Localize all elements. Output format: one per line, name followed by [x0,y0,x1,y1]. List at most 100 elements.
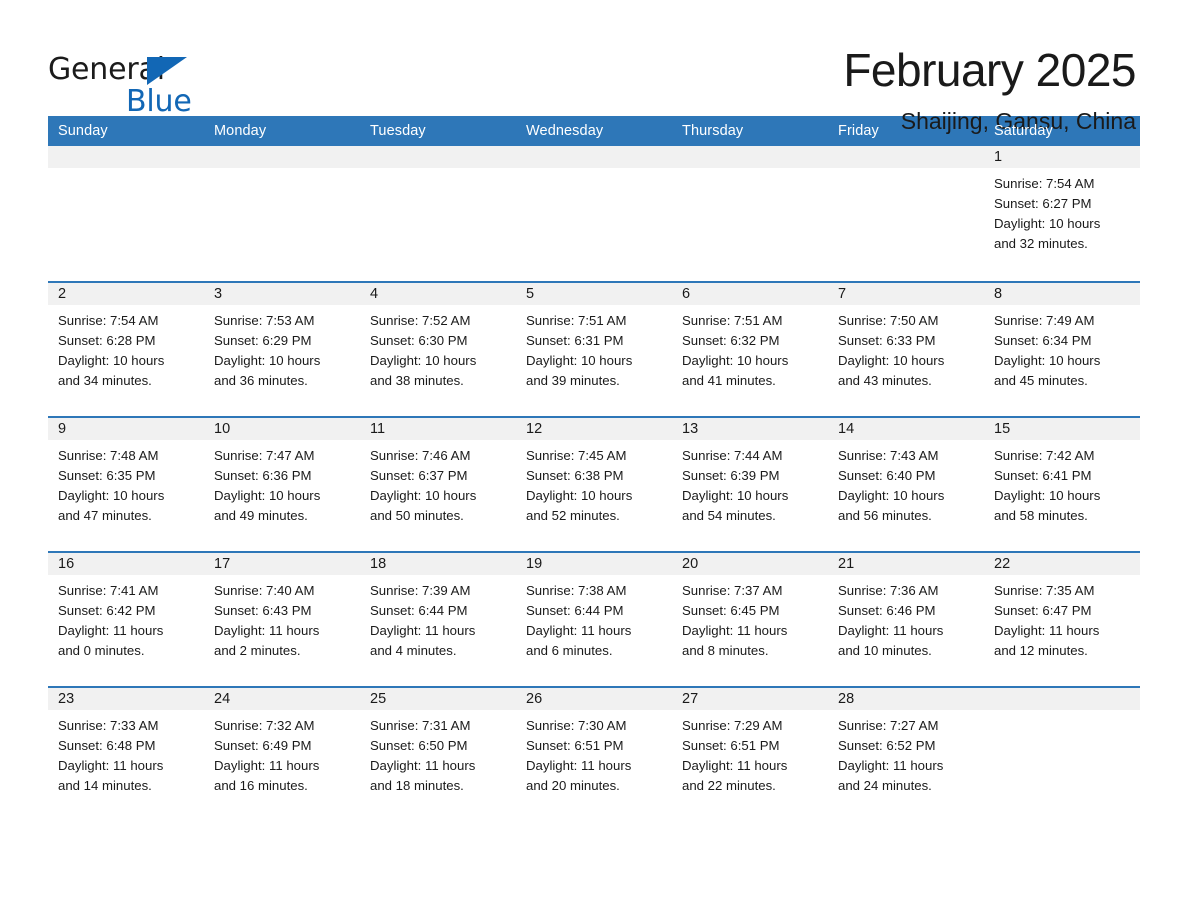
calendar-day-cell[interactable]: 24 Sunrise: 7:32 AM Sunset: 6:49 PM Dayligh… [204,688,360,821]
calendar-day-cell[interactable]: 25 Sunrise: 7:31 AM Sunset: 6:50 PM Dayligh… [360,688,516,821]
day-number-band [516,146,672,168]
calendar-day-cell[interactable]: 26 Sunrise: 7:30 AM Sunset: 6:51 PM Dayligh… [516,688,672,821]
day-details: Sunrise: 7:52 AM Sunset: 6:30 PM Daylight:… [360,305,516,391]
calendar-day-cell[interactable]: 16 Sunrise: 7:41 AM Sunset: 6:42 PM Dayligh… [48,553,204,686]
calendar-day-cell[interactable]: 22 Sunrise: 7:35 AM Sunset: 6:47 PM Dayligh… [984,553,1140,686]
calendar-day-cell[interactable]: 19 Sunrise: 7:38 AM Sunset: 6:44 PM Dayligh… [516,553,672,686]
day-detail-line: Sunset: 6:41 PM [994,468,1092,483]
day-detail-line: and 16 minutes. [214,778,308,793]
day-detail-line: and 47 minutes. [58,508,152,523]
day-details: Sunrise: 7:50 AM Sunset: 6:33 PM Daylight:… [828,305,984,391]
calendar-day-cell[interactable]: 21 Sunrise: 7:36 AM Sunset: 6:46 PM Dayligh… [828,553,984,686]
day-details: Sunrise: 7:47 AM Sunset: 6:36 PM Daylight:… [204,440,360,526]
day-details: Sunrise: 7:39 AM Sunset: 6:44 PM Daylight:… [360,575,516,661]
calendar-week-row: 9 Sunrise: 7:48 AM Sunset: 6:35 PM Daylight… [48,416,1140,551]
calendar-day-cell-empty [48,146,204,281]
day-detail-line: Sunset: 6:34 PM [994,333,1092,348]
day-detail-line: and 2 minutes. [214,643,301,658]
calendar-day-cell[interactable]: 6 Sunrise: 7:51 AM Sunset: 6:32 PM Daylight… [672,283,828,416]
day-detail-line: Sunrise: 7:44 AM [682,448,783,463]
calendar-day-cell-empty [828,146,984,281]
day-number: 14 [838,420,855,437]
calendar-day-cell[interactable]: 14 Sunrise: 7:43 AM Sunset: 6:40 PM Dayligh… [828,418,984,551]
day-detail-line: Sunset: 6:40 PM [838,468,936,483]
day-number-band [828,146,984,168]
day-detail-line: Daylight: 11 hours [994,623,1100,638]
day-detail-line: and 56 minutes. [838,508,932,523]
day-number-band [984,688,1140,710]
day-details: Sunrise: 7:51 AM Sunset: 6:32 PM Daylight:… [672,305,828,391]
day-number-band: 1 [984,146,1140,168]
day-detail-line: and 4 minutes. [370,643,457,658]
day-details: Sunrise: 7:30 AM Sunset: 6:51 PM Daylight:… [516,710,672,796]
day-detail-line: Sunrise: 7:32 AM [214,718,315,733]
day-number-band: 11 [360,418,516,440]
day-number: 25 [370,690,387,707]
calendar-day-cell[interactable]: 23 Sunrise: 7:33 AM Sunset: 6:48 PM Dayligh… [48,688,204,821]
day-detail-line: Sunset: 6:47 PM [994,603,1092,618]
calendar-day-cell[interactable]: 27 Sunrise: 7:29 AM Sunset: 6:51 PM Dayligh… [672,688,828,821]
calendar-day-cell[interactable]: 17 Sunrise: 7:40 AM Sunset: 6:43 PM Dayligh… [204,553,360,686]
logo-word-blue: Blue [126,84,192,119]
day-number-band: 13 [672,418,828,440]
day-detail-line: Sunset: 6:46 PM [838,603,936,618]
day-detail-line: Daylight: 10 hours [838,353,945,368]
day-detail-line: and 43 minutes. [838,373,932,388]
page-title: February 2025 [843,44,1136,96]
calendar-day-cell-empty [360,146,516,281]
day-detail-line: and 0 minutes. [58,643,145,658]
calendar-day-cell[interactable]: 2 Sunrise: 7:54 AM Sunset: 6:28 PM Daylight… [48,283,204,416]
calendar-day-cell[interactable]: 28 Sunrise: 7:27 AM Sunset: 6:52 PM Dayligh… [828,688,984,821]
calendar-day-cell[interactable]: 4 Sunrise: 7:52 AM Sunset: 6:30 PM Daylight… [360,283,516,416]
day-detail-line: Daylight: 10 hours [58,353,165,368]
calendar-day-cell[interactable]: 9 Sunrise: 7:48 AM Sunset: 6:35 PM Daylight… [48,418,204,551]
day-detail-line: Daylight: 10 hours [58,488,165,503]
day-number: 12 [526,420,543,437]
calendar-day-cell[interactable]: 5 Sunrise: 7:51 AM Sunset: 6:31 PM Daylight… [516,283,672,416]
day-detail-line: and 38 minutes. [370,373,464,388]
day-number-band: 22 [984,553,1140,575]
weekday-header-monday: Monday [214,123,267,139]
day-detail-line: Sunset: 6:44 PM [526,603,624,618]
day-details: Sunrise: 7:48 AM Sunset: 6:35 PM Daylight:… [48,440,204,526]
day-detail-line: Daylight: 10 hours [994,216,1101,231]
day-number-band: 28 [828,688,984,710]
day-details [828,168,984,174]
day-number: 24 [214,690,231,707]
calendar-day-cell[interactable]: 8 Sunrise: 7:49 AM Sunset: 6:34 PM Daylight… [984,283,1140,416]
calendar-day-cell[interactable]: 1 Sunrise: 7:54 AM Sunset: 6:27 PM Daylight… [984,146,1140,281]
calendar-day-cell[interactable]: 18 Sunrise: 7:39 AM Sunset: 6:44 PM Dayligh… [360,553,516,686]
day-details: Sunrise: 7:31 AM Sunset: 6:50 PM Daylight:… [360,710,516,796]
day-number: 28 [838,690,855,707]
calendar-day-cell[interactable]: 12 Sunrise: 7:45 AM Sunset: 6:38 PM Dayligh… [516,418,672,551]
day-number-band: 4 [360,283,516,305]
day-number: 2 [58,285,67,302]
calendar-day-cell[interactable]: 15 Sunrise: 7:42 AM Sunset: 6:41 PM Dayligh… [984,418,1140,551]
day-number-band: 7 [828,283,984,305]
calendar-day-cell[interactable]: 10 Sunrise: 7:47 AM Sunset: 6:36 PM Dayligh… [204,418,360,551]
day-number-band [204,146,360,168]
calendar-day-cell-empty [204,146,360,281]
day-detail-line: Sunrise: 7:43 AM [838,448,939,463]
day-detail-line: Sunrise: 7:31 AM [370,718,471,733]
day-details: Sunrise: 7:54 AM Sunset: 6:27 PM Daylight:… [984,168,1140,254]
day-detail-line: Sunset: 6:32 PM [682,333,780,348]
day-detail-line: and 36 minutes. [214,373,308,388]
day-detail-line: Sunrise: 7:42 AM [994,448,1095,463]
calendar-day-cell[interactable]: 20 Sunrise: 7:37 AM Sunset: 6:45 PM Dayligh… [672,553,828,686]
day-number-band: 19 [516,553,672,575]
day-detail-line: Sunrise: 7:38 AM [526,583,627,598]
calendar-day-cell[interactable]: 13 Sunrise: 7:44 AM Sunset: 6:39 PM Dayligh… [672,418,828,551]
day-detail-line: and 45 minutes. [994,373,1088,388]
day-number-band: 16 [48,553,204,575]
day-detail-line: Sunset: 6:33 PM [838,333,936,348]
day-details [204,168,360,174]
calendar-day-cell[interactable]: 11 Sunrise: 7:46 AM Sunset: 6:37 PM Dayligh… [360,418,516,551]
calendar-day-cell[interactable]: 3 Sunrise: 7:53 AM Sunset: 6:29 PM Daylight… [204,283,360,416]
general-blue-logo[interactable]: General Blue [48,46,198,122]
calendar-day-cell[interactable]: 7 Sunrise: 7:50 AM Sunset: 6:33 PM Daylight… [828,283,984,416]
day-detail-line: Daylight: 11 hours [58,623,164,638]
day-detail-line: Sunrise: 7:40 AM [214,583,315,598]
day-detail-line: Sunset: 6:36 PM [214,468,312,483]
day-detail-line: Sunset: 6:30 PM [370,333,468,348]
